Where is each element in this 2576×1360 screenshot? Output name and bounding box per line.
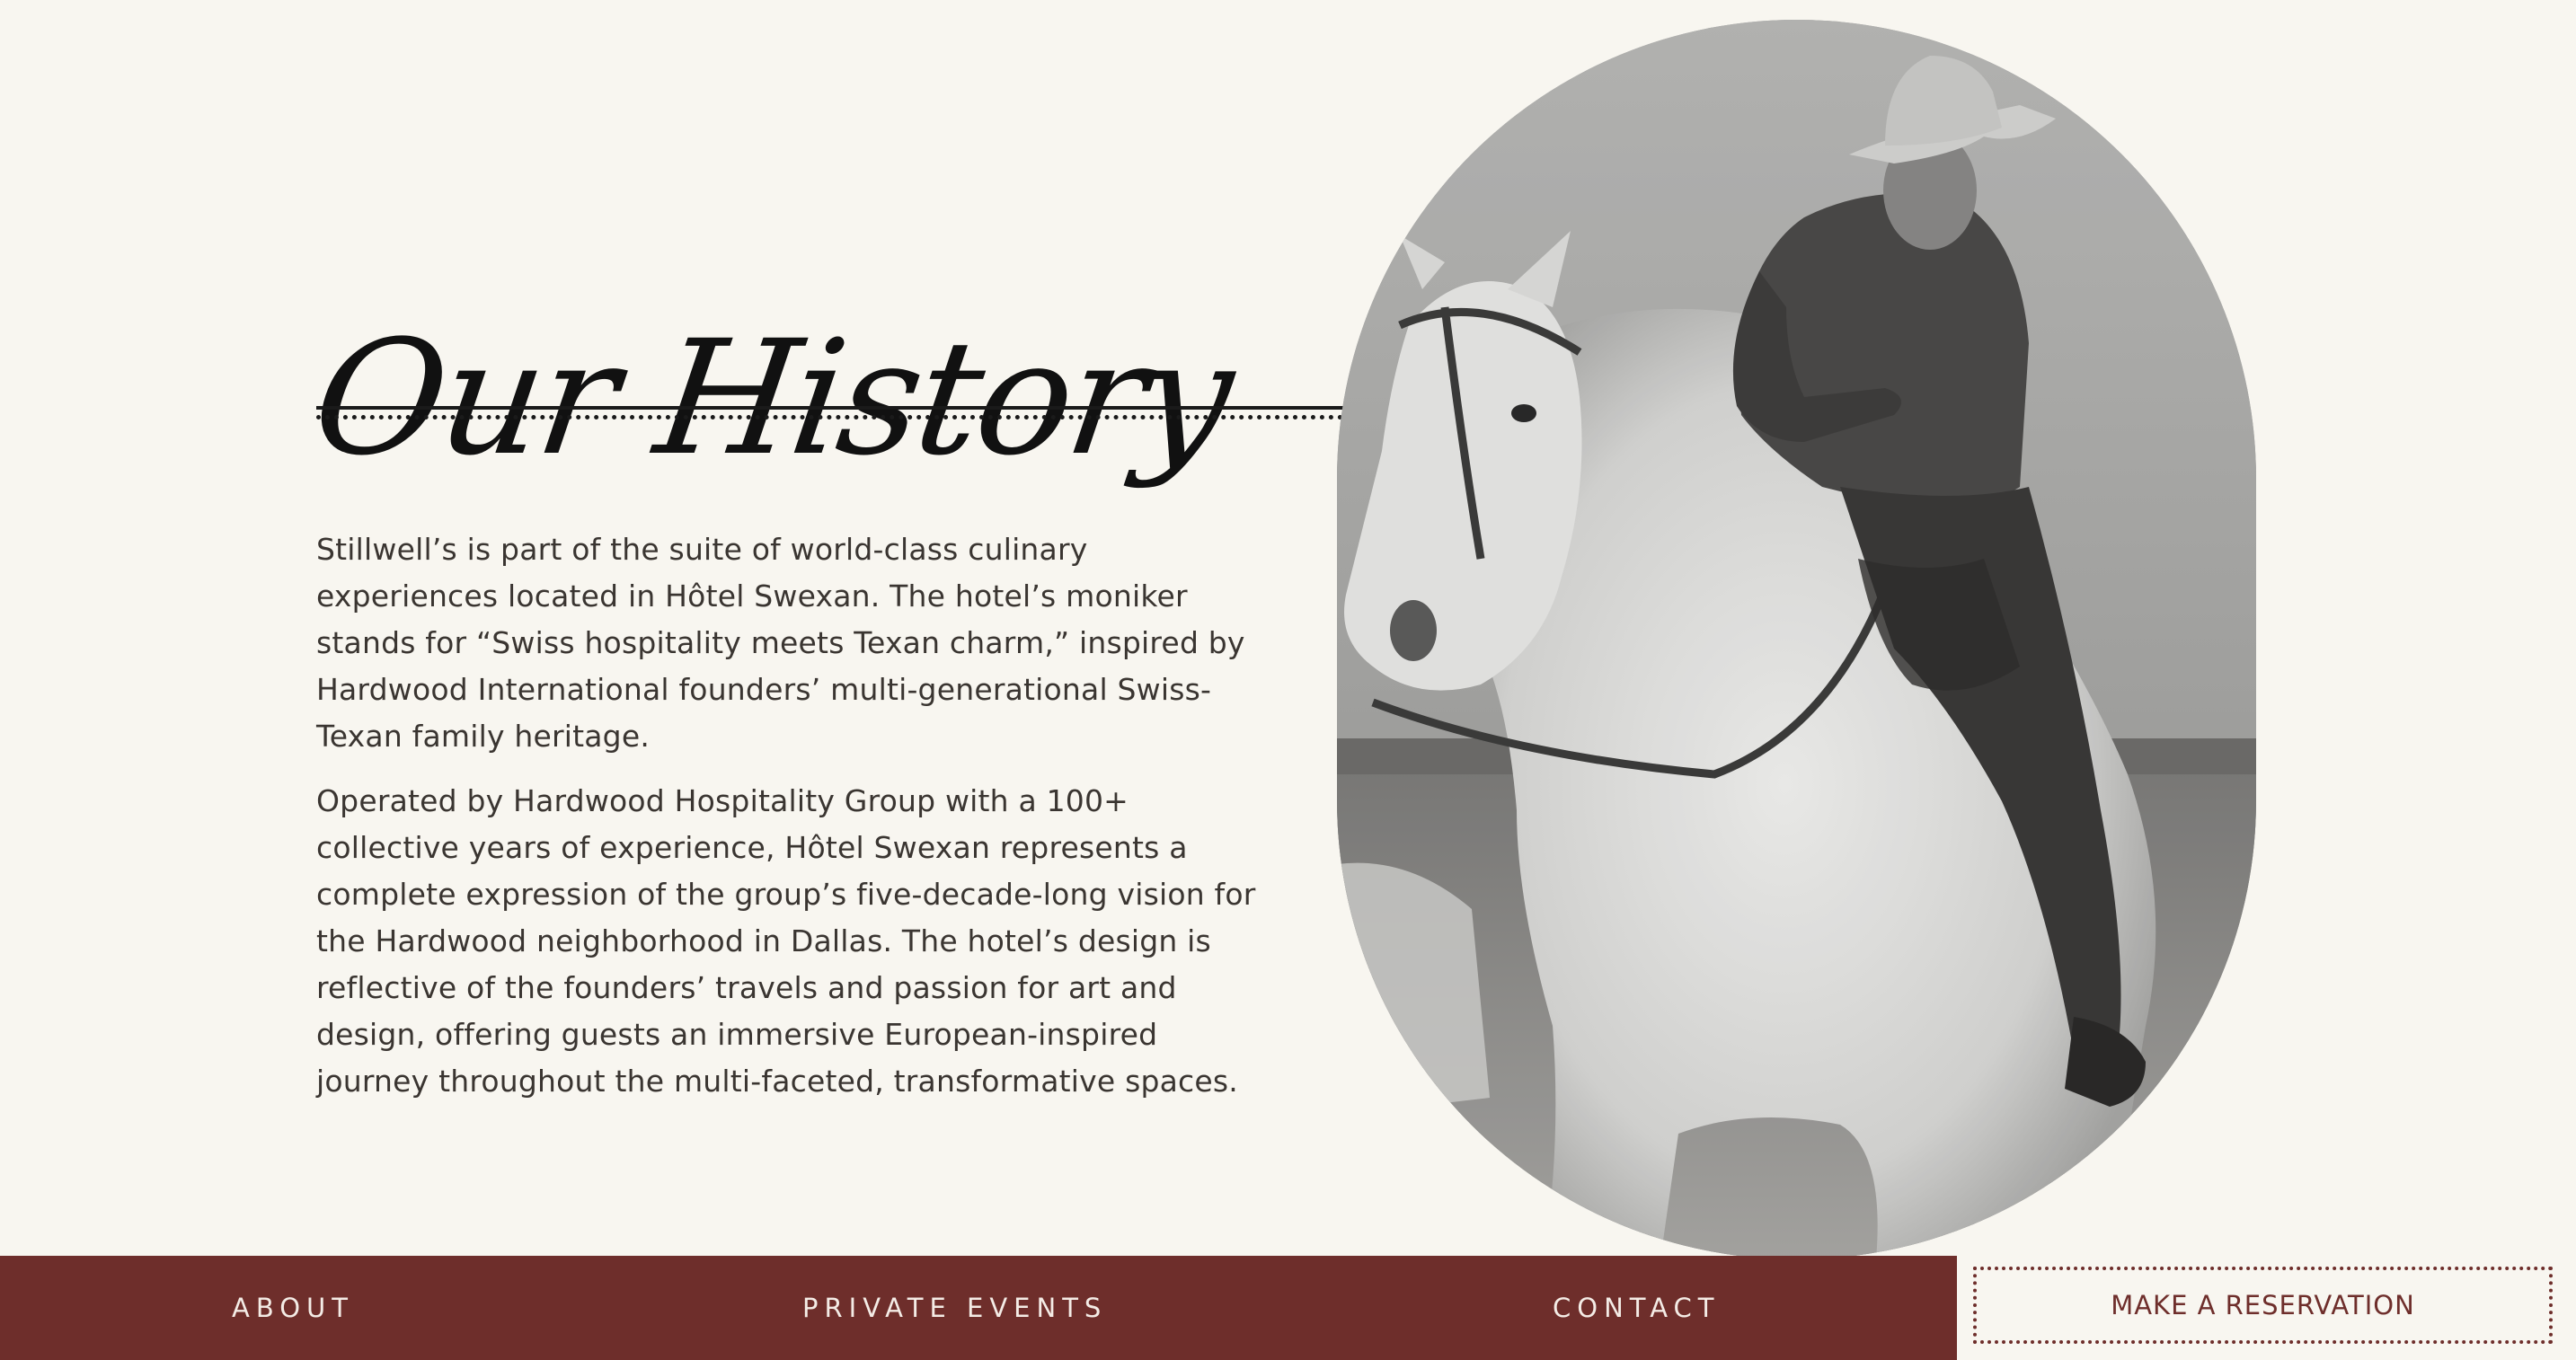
title-divider-dotted <box>316 415 1343 419</box>
history-paragraph-1: Stillwell’s is part of the suite of worl… <box>316 532 1245 754</box>
history-paragraph-2: Operated by Hardwood Hospitality Group w… <box>316 783 1256 1099</box>
film-grain <box>1337 20 2256 1259</box>
history-page: Our History Stillwell’s is part of the s… <box>0 0 2576 1360</box>
historic-horse-rider-photo <box>1337 20 2256 1259</box>
nav-contact-link[interactable]: CONTACT <box>1553 1256 1721 1360</box>
page-title: Our History <box>303 305 1241 490</box>
history-copy: Stillwell’s is part of the suite of worl… <box>316 526 1269 1123</box>
title-divider <box>316 406 1343 410</box>
nav-private-events-link[interactable]: PRIVATE EVENTS <box>802 1256 1107 1360</box>
nav-about-link[interactable]: ABOUT <box>232 1256 354 1360</box>
photo-illustration <box>1337 20 2256 1259</box>
make-reservation-button[interactable]: MAKE A RESERVATION <box>1973 1267 2553 1344</box>
reservation-panel: MAKE A RESERVATION <box>1957 1256 2576 1360</box>
